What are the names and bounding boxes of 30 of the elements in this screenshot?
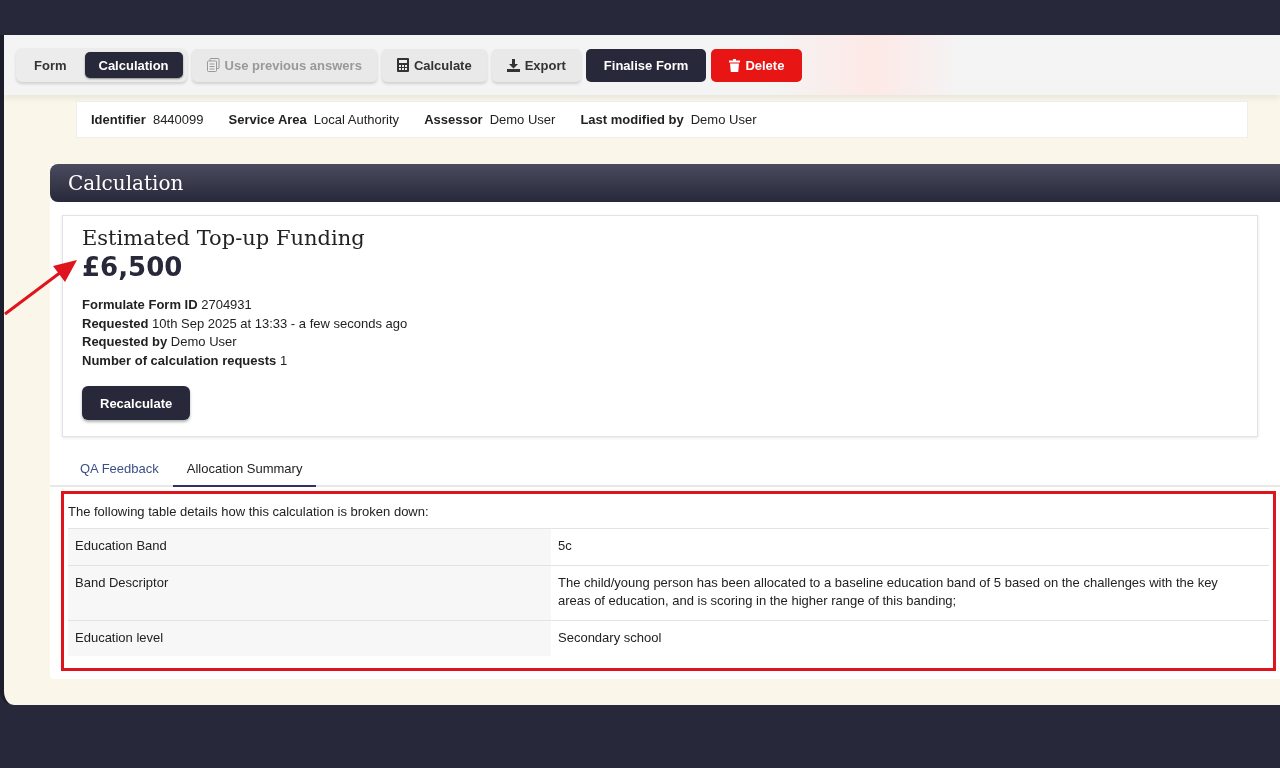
table-cell-text: Secondary school <box>557 628 663 647</box>
funding-amount: £6,500 <box>82 252 184 282</box>
detail-line: Requested by Demo User <box>82 333 238 351</box>
recalculate-button[interactable]: Recalculate <box>82 386 191 420</box>
detail-line: Requested 10th Sep 2025 at 13:33 - a few seconds ago <box>82 314 409 333</box>
table-cell: Band Descriptor <box>68 565 551 620</box>
toolbar-button[interactable]: Calculate <box>381 48 487 82</box>
section-header: Calculation <box>50 164 1280 202</box>
card-title: Estimated Top-up Funding <box>82 226 366 250</box>
view-tab[interactable]: Calculation <box>84 52 183 78</box>
table-cell: Education Band <box>68 529 551 565</box>
info-field: Identifier 8440099 <box>91 112 204 127</box>
toolbar-button[interactable]: Delete <box>711 48 803 82</box>
info-field: Service Area Local Authority <box>228 112 400 127</box>
calculator-icon <box>396 58 409 72</box>
detail-line: Number of calculation requests 1 <box>82 351 289 370</box>
toolbar-button[interactable]: Export <box>491 48 581 82</box>
table-cell-text: The child/young person has been allocated to a baseline education band of 5 based on the challenges with the key areas of education, and is scoring in the higher range of this banding; <box>557 573 1219 610</box>
table-cell-text: 5c <box>557 537 573 555</box>
view-tab[interactable]: Form <box>20 52 81 78</box>
copy-icon <box>206 58 220 72</box>
detail-line: Formulate Form ID 2704931 <box>82 296 253 314</box>
table-cell: Education level <box>68 620 551 656</box>
trash-icon <box>729 58 741 72</box>
info-field: Last modified by Demo User <box>580 112 757 127</box>
download-icon <box>506 58 520 72</box>
tab[interactable]: Allocation Summary <box>172 451 317 487</box>
info-field: Assessor Demo User <box>424 112 556 127</box>
toolbar-button[interactable]: Finalise Form <box>585 48 707 82</box>
tab[interactable]: QA Feedback <box>66 451 173 487</box>
